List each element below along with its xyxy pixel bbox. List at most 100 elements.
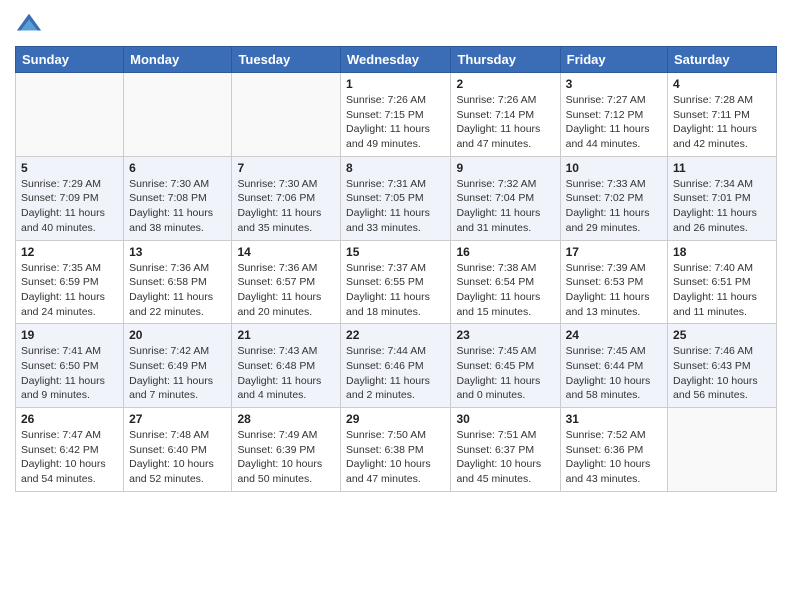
- calendar-header-row: SundayMondayTuesdayWednesdayThursdayFrid…: [16, 47, 777, 73]
- day-info: Sunrise: 7:35 AM Sunset: 6:59 PM Dayligh…: [21, 261, 118, 320]
- day-info: Sunrise: 7:47 AM Sunset: 6:42 PM Dayligh…: [21, 428, 118, 487]
- calendar-cell: 15 Sunrise: 7:37 AM Sunset: 6:55 PM Dayli…: [341, 240, 451, 324]
- day-number: 21: [237, 328, 335, 342]
- day-info: Sunrise: 7:52 AM Sunset: 6:36 PM Dayligh…: [566, 428, 662, 487]
- calendar-cell: 7 Sunrise: 7:30 AM Sunset: 7:06 PM Daylig…: [232, 156, 341, 240]
- calendar-cell: 22Sunrise: 7:44 AM Sunset: 6:46 PM Dayli…: [341, 324, 451, 408]
- calendar-week-row: 26 Sunrise: 7:47 AM Sunset: 6:42 PM Dayli…: [16, 408, 777, 492]
- day-info: Sunrise: 7:45 AM Sunset: 6:44 PM Dayligh…: [566, 344, 662, 403]
- day-info: Sunrise: 7:50 AM Sunset: 6:38 PM Dayligh…: [346, 428, 445, 487]
- calendar-cell: 16 Sunrise: 7:38 AM Sunset: 6:54 PM Dayli…: [451, 240, 560, 324]
- calendar-cell: [668, 408, 777, 492]
- header: [15, 10, 777, 38]
- calendar-week-row: 19Sunrise: 7:41 AM Sunset: 6:50 PM Dayli…: [16, 324, 777, 408]
- day-number: 23: [456, 328, 554, 342]
- day-number: 29: [346, 412, 445, 426]
- day-info: Sunrise: 7:40 AM Sunset: 6:51 PM Dayligh…: [673, 261, 771, 320]
- calendar-cell: 5 Sunrise: 7:29 AM Sunset: 7:09 PM Daylig…: [16, 156, 124, 240]
- calendar-week-row: 1Sunrise: 7:26 AM Sunset: 7:15 PM Daylig…: [16, 73, 777, 157]
- day-info: Sunrise: 7:26 AM Sunset: 7:14 PM Dayligh…: [456, 93, 554, 152]
- day-number: 30: [456, 412, 554, 426]
- day-info: Sunrise: 7:37 AM Sunset: 6:55 PM Dayligh…: [346, 261, 445, 320]
- calendar-cell: 25 Sunrise: 7:46 AM Sunset: 6:43 PM Dayli…: [668, 324, 777, 408]
- weekday-header-wednesday: Wednesday: [341, 47, 451, 73]
- calendar-cell: 18 Sunrise: 7:40 AM Sunset: 6:51 PM Dayli…: [668, 240, 777, 324]
- day-number: 24: [566, 328, 662, 342]
- weekday-header-monday: Monday: [124, 47, 232, 73]
- day-number: 13: [129, 245, 226, 259]
- day-info: Sunrise: 7:44 AM Sunset: 6:46 PM Dayligh…: [346, 344, 445, 403]
- calendar-cell: [124, 73, 232, 157]
- day-info: Sunrise: 7:28 AM Sunset: 7:11 PM Dayligh…: [673, 93, 771, 152]
- day-number: 28: [237, 412, 335, 426]
- day-info: Sunrise: 7:31 AM Sunset: 7:05 PM Dayligh…: [346, 177, 445, 236]
- calendar-cell: 12 Sunrise: 7:35 AM Sunset: 6:59 PM Dayli…: [16, 240, 124, 324]
- calendar-cell: 20 Sunrise: 7:42 AM Sunset: 6:49 PM Dayli…: [124, 324, 232, 408]
- day-info: Sunrise: 7:29 AM Sunset: 7:09 PM Dayligh…: [21, 177, 118, 236]
- calendar-cell: 1Sunrise: 7:26 AM Sunset: 7:15 PM Daylig…: [341, 73, 451, 157]
- day-number: 1: [346, 77, 445, 91]
- day-number: 26: [21, 412, 118, 426]
- day-info: Sunrise: 7:30 AM Sunset: 7:06 PM Dayligh…: [237, 177, 335, 236]
- day-number: 11: [673, 161, 771, 175]
- calendar-cell: 11 Sunrise: 7:34 AM Sunset: 7:01 PM Dayli…: [668, 156, 777, 240]
- calendar-cell: [16, 73, 124, 157]
- day-info: Sunrise: 7:41 AM Sunset: 6:50 PM Dayligh…: [21, 344, 118, 403]
- day-info: Sunrise: 7:48 AM Sunset: 6:40 PM Dayligh…: [129, 428, 226, 487]
- day-number: 12: [21, 245, 118, 259]
- calendar-cell: 6Sunrise: 7:30 AM Sunset: 7:08 PM Daylig…: [124, 156, 232, 240]
- calendar-cell: 28Sunrise: 7:49 AM Sunset: 6:39 PM Dayli…: [232, 408, 341, 492]
- day-number: 7: [237, 161, 335, 175]
- weekday-header-saturday: Saturday: [668, 47, 777, 73]
- weekday-header-thursday: Thursday: [451, 47, 560, 73]
- day-info: Sunrise: 7:27 AM Sunset: 7:12 PM Dayligh…: [566, 93, 662, 152]
- day-number: 15: [346, 245, 445, 259]
- day-info: Sunrise: 7:51 AM Sunset: 6:37 PM Dayligh…: [456, 428, 554, 487]
- day-number: 17: [566, 245, 662, 259]
- day-number: 3: [566, 77, 662, 91]
- calendar-cell: 26 Sunrise: 7:47 AM Sunset: 6:42 PM Dayli…: [16, 408, 124, 492]
- day-info: Sunrise: 7:46 AM Sunset: 6:43 PM Dayligh…: [673, 344, 771, 403]
- calendar-cell: 27 Sunrise: 7:48 AM Sunset: 6:40 PM Dayli…: [124, 408, 232, 492]
- day-info: Sunrise: 7:42 AM Sunset: 6:49 PM Dayligh…: [129, 344, 226, 403]
- day-number: 20: [129, 328, 226, 342]
- calendar-cell: 23 Sunrise: 7:45 AM Sunset: 6:45 PM Dayli…: [451, 324, 560, 408]
- day-info: Sunrise: 7:33 AM Sunset: 7:02 PM Dayligh…: [566, 177, 662, 236]
- logo-icon: [15, 10, 43, 38]
- day-number: 31: [566, 412, 662, 426]
- day-info: Sunrise: 7:38 AM Sunset: 6:54 PM Dayligh…: [456, 261, 554, 320]
- day-info: Sunrise: 7:39 AM Sunset: 6:53 PM Dayligh…: [566, 261, 662, 320]
- page: SundayMondayTuesdayWednesdayThursdayFrid…: [0, 0, 792, 612]
- day-number: 2: [456, 77, 554, 91]
- day-number: 9: [456, 161, 554, 175]
- calendar-cell: 14 Sunrise: 7:36 AM Sunset: 6:57 PM Dayli…: [232, 240, 341, 324]
- calendar-cell: 29 Sunrise: 7:50 AM Sunset: 6:38 PM Dayli…: [341, 408, 451, 492]
- day-info: Sunrise: 7:32 AM Sunset: 7:04 PM Dayligh…: [456, 177, 554, 236]
- calendar-cell: 17 Sunrise: 7:39 AM Sunset: 6:53 PM Dayli…: [560, 240, 667, 324]
- calendar-table: SundayMondayTuesdayWednesdayThursdayFrid…: [15, 46, 777, 492]
- day-info: Sunrise: 7:45 AM Sunset: 6:45 PM Dayligh…: [456, 344, 554, 403]
- calendar-cell: 24 Sunrise: 7:45 AM Sunset: 6:44 PM Dayli…: [560, 324, 667, 408]
- day-info: Sunrise: 7:34 AM Sunset: 7:01 PM Dayligh…: [673, 177, 771, 236]
- calendar-cell: 31 Sunrise: 7:52 AM Sunset: 6:36 PM Dayli…: [560, 408, 667, 492]
- calendar-cell: 30 Sunrise: 7:51 AM Sunset: 6:37 PM Dayli…: [451, 408, 560, 492]
- day-info: Sunrise: 7:36 AM Sunset: 6:57 PM Dayligh…: [237, 261, 335, 320]
- day-number: 27: [129, 412, 226, 426]
- calendar-body: 1Sunrise: 7:26 AM Sunset: 7:15 PM Daylig…: [16, 73, 777, 492]
- calendar-cell: 19Sunrise: 7:41 AM Sunset: 6:50 PM Dayli…: [16, 324, 124, 408]
- day-number: 25: [673, 328, 771, 342]
- day-number: 5: [21, 161, 118, 175]
- calendar-week-row: 12 Sunrise: 7:35 AM Sunset: 6:59 PM Dayli…: [16, 240, 777, 324]
- calendar-cell: 9 Sunrise: 7:32 AM Sunset: 7:04 PM Daylig…: [451, 156, 560, 240]
- calendar-cell: 3 Sunrise: 7:27 AM Sunset: 7:12 PM Daylig…: [560, 73, 667, 157]
- day-number: 18: [673, 245, 771, 259]
- calendar-cell: 21Sunrise: 7:43 AM Sunset: 6:48 PM Dayli…: [232, 324, 341, 408]
- day-number: 4: [673, 77, 771, 91]
- weekday-header-sunday: Sunday: [16, 47, 124, 73]
- day-number: 6: [129, 161, 226, 175]
- day-number: 8: [346, 161, 445, 175]
- calendar-week-row: 5 Sunrise: 7:29 AM Sunset: 7:09 PM Daylig…: [16, 156, 777, 240]
- calendar-cell: 4 Sunrise: 7:28 AM Sunset: 7:11 PM Daylig…: [668, 73, 777, 157]
- day-number: 14: [237, 245, 335, 259]
- day-number: 16: [456, 245, 554, 259]
